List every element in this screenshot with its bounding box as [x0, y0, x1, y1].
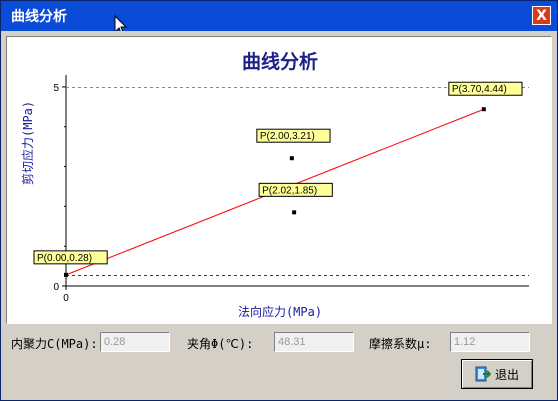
y-axis-label: 剪切应力(MPa): [21, 100, 35, 185]
friction-label: 摩擦系数μ:: [369, 337, 432, 351]
results-panel: 内聚力C(MPa): 0.28 夹角Φ(℃): 48.31 摩擦系数μ: 1.1…: [1, 329, 557, 400]
close-button[interactable]: X: [532, 6, 551, 25]
x-axis-label: 法向应力(MPa): [237, 305, 323, 319]
data-point: [289, 156, 294, 161]
cohesion-label: 内聚力C(MPa):: [11, 337, 98, 351]
angle-label: 夹角Φ(℃):: [187, 337, 254, 351]
angle-field[interactable]: 48.31: [274, 332, 354, 352]
title-bar[interactable]: 曲线分析 X: [1, 1, 557, 31]
chart-panel: 曲线分析 0 5 0 P(0.00,0.28) P(2.00,3.21) P(2.02,1…: [6, 36, 552, 324]
window-title: 曲线分析: [11, 9, 67, 25]
data-label: P(2.00,3.21): [260, 131, 315, 142]
content-area: 曲线分析 0 5 0 P(0.00,0.28) P(2.00,3.21) P(2.02,1…: [1, 31, 557, 400]
y-tick-label: 0: [53, 282, 59, 293]
data-point: [292, 210, 297, 215]
data-label: P(2.02,1.85): [262, 185, 317, 196]
y-tick-label: 5: [53, 83, 59, 94]
data-point: [481, 107, 486, 112]
data-label: P(3.70,4.44): [452, 84, 507, 95]
cohesion-field[interactable]: 0.28: [100, 332, 170, 352]
exit-button-label: 退出: [494, 367, 519, 382]
dialog-window: 曲线分析 X 曲线分析 0 5 0 P(0.00,0.28) P(2.00,3.21) P…: [0, 0, 558, 401]
exit-button[interactable]: 退出: [461, 359, 533, 389]
friction-field[interactable]: 1.12: [450, 332, 530, 352]
data-point: [64, 272, 68, 277]
exit-icon: [475, 366, 491, 382]
data-label: P(0.00,0.28): [37, 253, 92, 264]
chart-plot: 050P(0.00,0.28)P(2.00,3.21)P(2.02,1.85)P…: [33, 75, 529, 304]
